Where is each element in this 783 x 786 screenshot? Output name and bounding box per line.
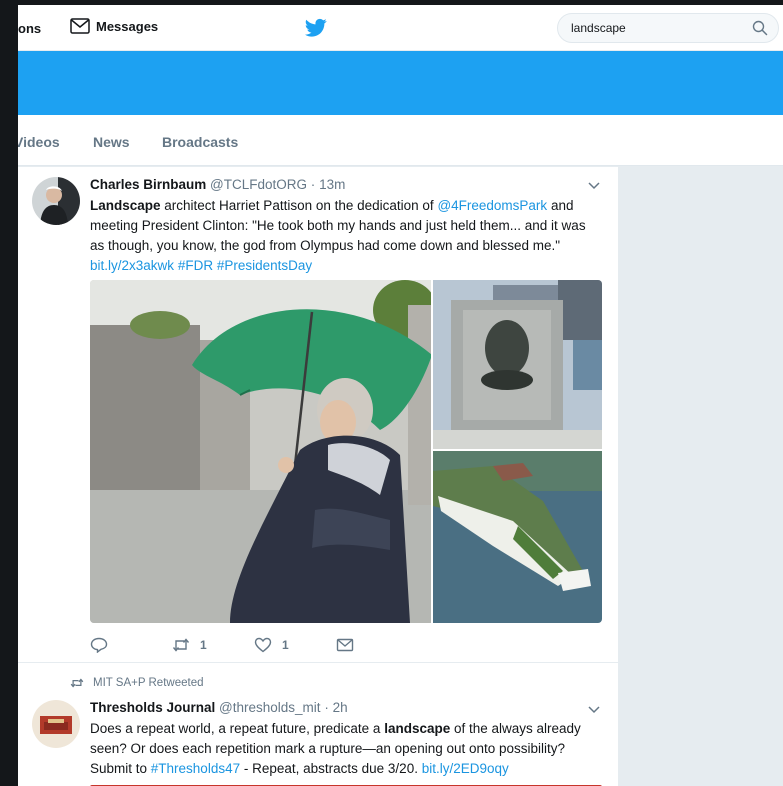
- separator-dot: ·: [310, 177, 316, 192]
- search-input[interactable]: [571, 21, 741, 35]
- hashtag-link[interactable]: #FDR: [178, 258, 213, 273]
- photo-woman-umbrella[interactable]: [90, 280, 431, 623]
- right-sidebar: [618, 167, 783, 786]
- like-button[interactable]: 1: [254, 637, 336, 653]
- direct-message-button[interactable]: [336, 637, 354, 653]
- search-icon[interactable]: [752, 20, 768, 36]
- tab-broadcasts[interactable]: Broadcasts: [162, 134, 238, 150]
- tab-news[interactable]: News: [93, 134, 130, 150]
- author-handle[interactable]: @TCLFdotORG: [210, 177, 307, 192]
- search-header-banner: [18, 51, 783, 115]
- nav-messages-label: Messages: [96, 18, 159, 34]
- twitter-bird-icon[interactable]: [305, 18, 327, 38]
- tweet[interactable]: Charles Birnbaum @TCLFdotORG · 13m Lands…: [18, 167, 618, 663]
- tweet-timestamp[interactable]: 2h: [333, 700, 348, 715]
- photo-fdr-bust[interactable]: [433, 280, 602, 449]
- tweet-timestamp[interactable]: 13m: [319, 177, 345, 192]
- author-name[interactable]: Charles Birnbaum: [90, 177, 206, 192]
- retweet-button[interactable]: 1: [172, 637, 254, 653]
- tweet-media-grid: [90, 280, 602, 623]
- avatar-image: [32, 700, 80, 748]
- avatar[interactable]: [32, 177, 80, 225]
- tweet-header: Thresholds Journal @thresholds_mit · 2h: [90, 700, 348, 715]
- reply-button[interactable]: [90, 637, 172, 653]
- chevron-down-icon[interactable]: [588, 182, 600, 190]
- heart-icon: [254, 637, 272, 653]
- avatar-image: [32, 177, 80, 225]
- tweet[interactable]: Thresholds Journal @thresholds_mit · 2h …: [18, 664, 618, 786]
- tweet-text-part: architect Harriet Pattison on the dedica…: [160, 198, 438, 213]
- tab-videos[interactable]: Videos: [18, 134, 60, 150]
- envelope-icon: [70, 18, 90, 34]
- retweet-count: 1: [200, 638, 207, 652]
- hashtag-link[interactable]: #Thresholds47: [151, 761, 240, 776]
- top-navigation: ons Messages: [18, 5, 783, 51]
- search-keyword: landscape: [384, 721, 451, 736]
- hashtag-link[interactable]: #PresidentsDay: [217, 258, 312, 273]
- photo-four-freedoms-park[interactable]: [433, 451, 602, 623]
- search-keyword: Landscape: [90, 198, 161, 213]
- search-tabs: Videos News Broadcasts: [18, 115, 783, 166]
- author-name[interactable]: Thresholds Journal: [90, 700, 215, 715]
- tweet-header: Charles Birnbaum @TCLFdotORG · 13m: [90, 177, 345, 192]
- tweet-text-part: - Repeat, abstracts due 3/20.: [240, 761, 422, 776]
- chevron-down-icon[interactable]: [588, 706, 600, 714]
- tweet-text: Landscape architect Harriet Pattison on …: [90, 196, 602, 276]
- retweet-icon: [172, 638, 190, 652]
- tweet-text: Does a repeat world, a repeat future, pr…: [90, 719, 602, 779]
- url-link[interactable]: bit.ly/2ED9oqy: [422, 761, 509, 776]
- timeline: Charles Birnbaum @TCLFdotORG · 13m Lands…: [18, 167, 618, 786]
- mention-link[interactable]: @4FreedomsPark: [437, 198, 547, 213]
- tweet-actions: 1 1: [90, 635, 354, 655]
- nav-notifications-link[interactable]: ons: [18, 21, 41, 36]
- reply-icon: [90, 637, 108, 653]
- like-count: 1: [282, 638, 289, 652]
- url-link[interactable]: bit.ly/2x3akwk: [90, 258, 174, 273]
- separator-dot: ·: [324, 700, 329, 715]
- envelope-icon: [336, 638, 354, 652]
- twitter-window: ons Messages Videos News Broadcasts: [18, 5, 783, 786]
- author-handle[interactable]: @thresholds_mit: [219, 700, 321, 715]
- tweet-text-part: Does a repeat world, a repeat future, pr…: [90, 721, 385, 736]
- nav-messages-link[interactable]: Messages: [70, 18, 158, 34]
- avatar[interactable]: [32, 700, 80, 748]
- search-box[interactable]: [557, 13, 779, 43]
